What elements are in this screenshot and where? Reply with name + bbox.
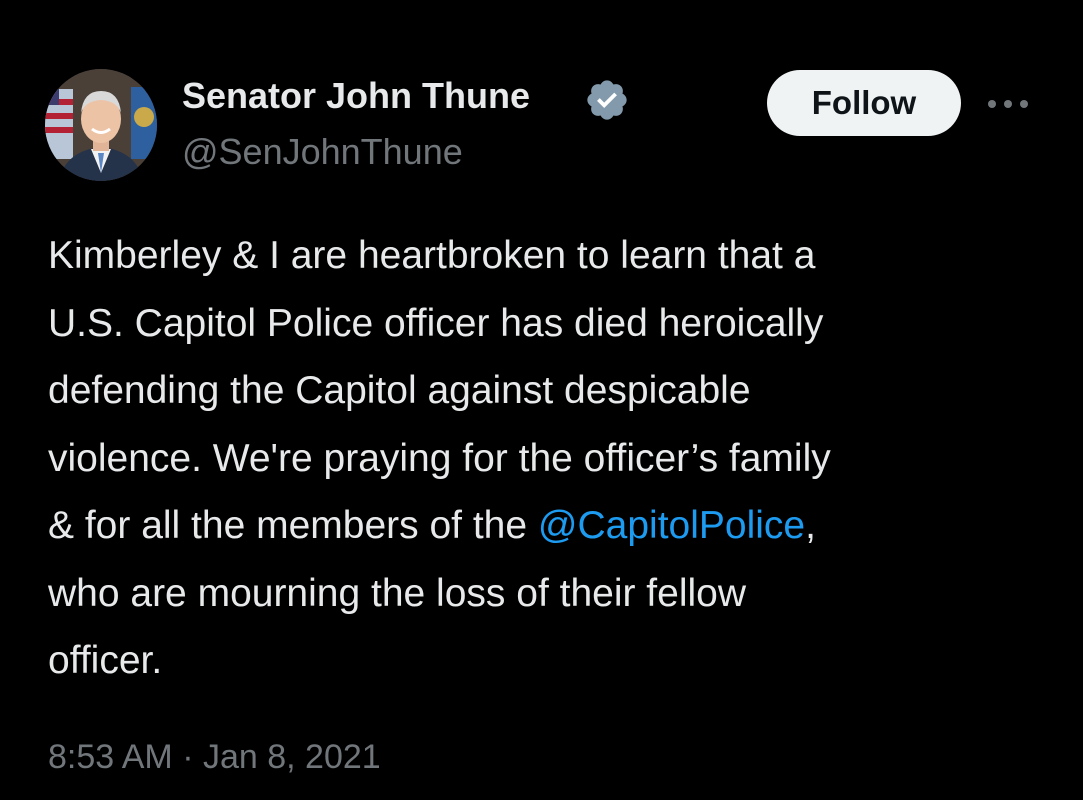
tweet-card: Senator John Thune @SenJohnThune Follow …: [0, 0, 1083, 800]
author-display-name[interactable]: Senator John Thune: [182, 74, 530, 118]
tweet-line-text: ,: [805, 504, 816, 547]
tweet-date: Jan 8, 2021: [202, 738, 381, 776]
author-avatar[interactable]: [45, 69, 157, 181]
tweet-line: Kimberley & I are heartbroken to learn t…: [48, 234, 816, 277]
tweet-line: & for all the members of the @CapitolPol…: [48, 492, 1048, 560]
tweet-timestamp[interactable]: 8:53 AM · Jan 8, 2021: [48, 732, 381, 782]
tweet-line: officer.: [48, 639, 163, 682]
ellipsis-icon[interactable]: [984, 94, 1032, 114]
tweet-line: defending the Capitol against despicable: [48, 369, 751, 412]
tweet-line: who are mourning the loss of their fello…: [48, 571, 747, 615]
mention-link[interactable]: @CapitolPolice: [538, 504, 805, 547]
tweet-line: U.S. Capitol Police officer has died her…: [48, 301, 824, 345]
author-handle[interactable]: @SenJohnThune: [182, 130, 463, 174]
tweet-line: violence. We're praying for the officer’…: [48, 436, 831, 480]
profile-photo-icon: [45, 69, 157, 181]
tweet-line-text: & for all the members of the: [48, 504, 538, 547]
follow-button[interactable]: Follow: [767, 70, 961, 136]
tweet-time: 8:53 AM: [48, 738, 173, 776]
tweet-text: Kimberley & I are heartbroken to learn t…: [48, 222, 1048, 695]
verified-badge-icon: [587, 80, 627, 120]
timestamp-separator: ·: [182, 738, 194, 776]
